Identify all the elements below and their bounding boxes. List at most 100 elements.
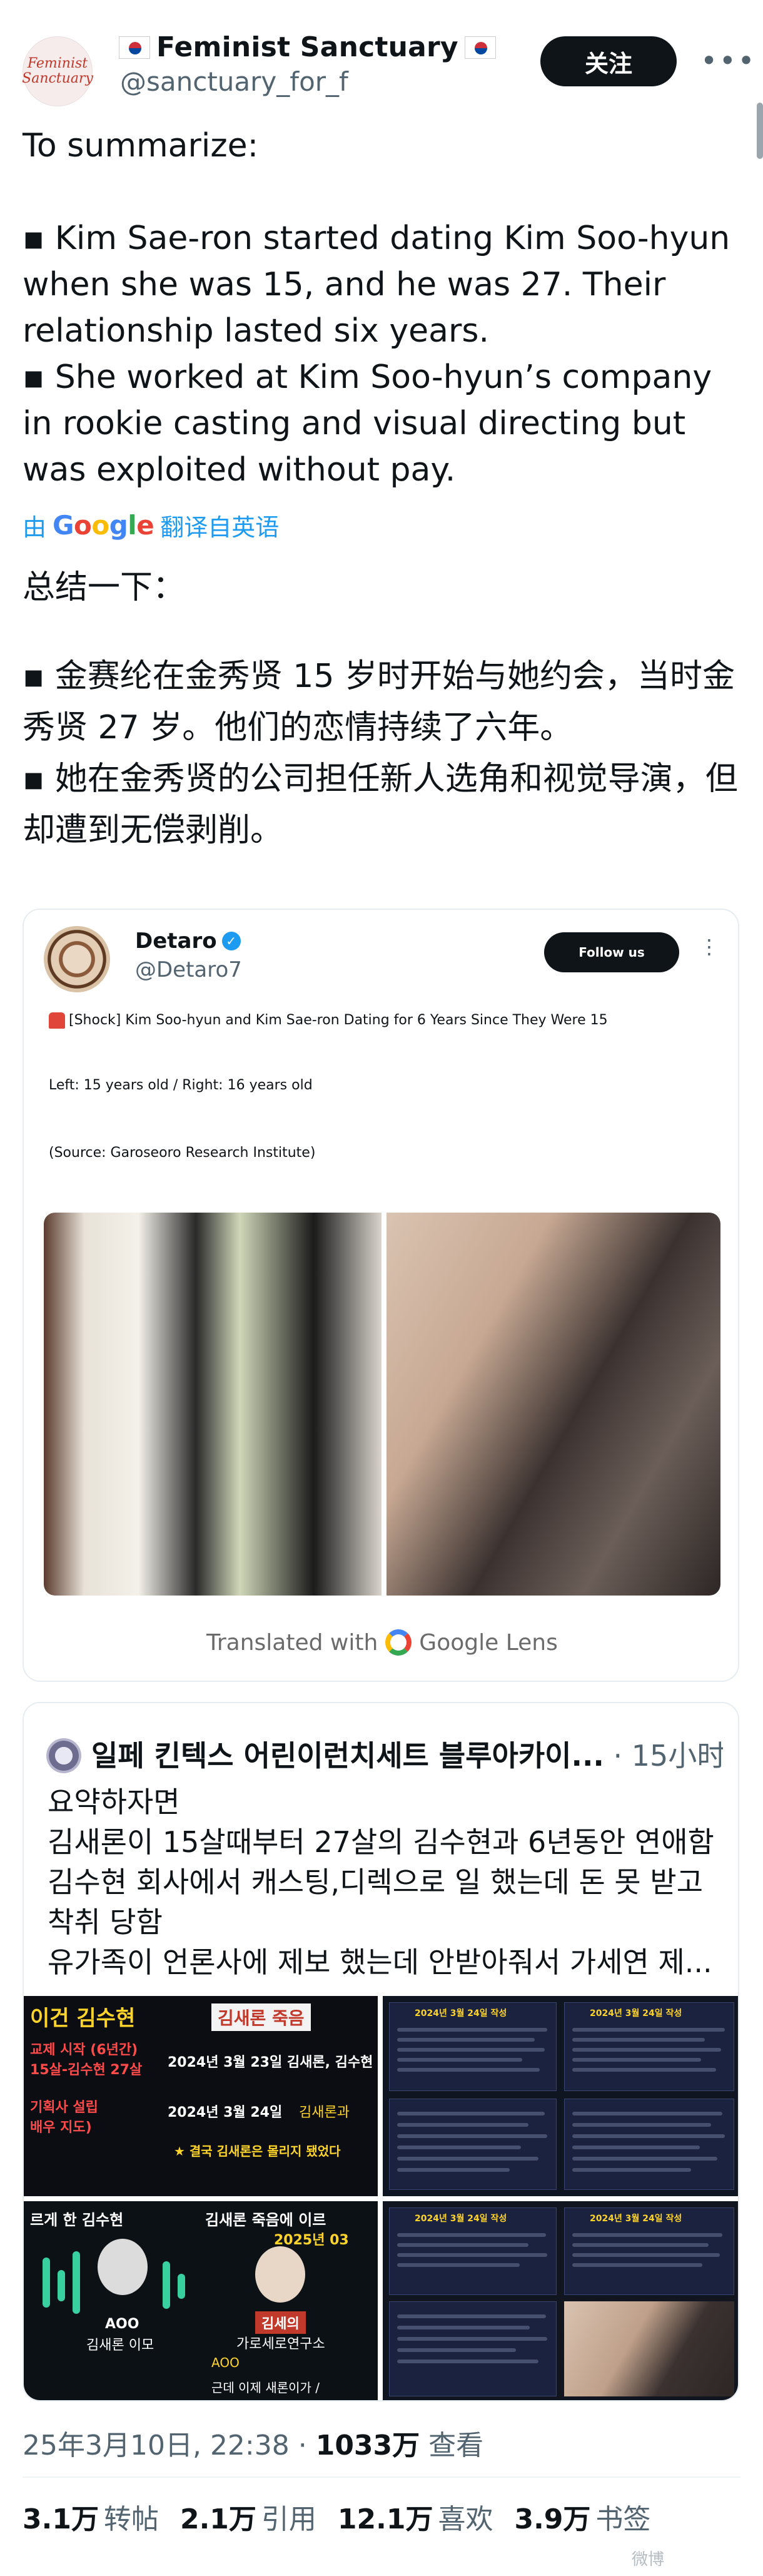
verified-badge-icon: ✓ [221, 932, 241, 950]
quoted-tweet-time: · 15小时 [604, 1739, 723, 1773]
author-display-name[interactable]: Feminist Sanctuary [156, 31, 458, 63]
image-text: 이건 김수현 [30, 2006, 136, 2031]
document-panel [389, 2301, 557, 2396]
quoted-tweet-body: 요약하자면 김새론이 15살때부터 27살의 김수현과 6년동안 연애함 김수현… [48, 1782, 723, 1982]
translated-text: 总结一下： ▪ 金赛纶在金秀贤 15 岁时开始与她约会，当时金秀贤 27 岁。他… [23, 562, 742, 856]
tweet-meta: 25年3月10日, 22:38 · 1033万 查看 [23, 2423, 483, 2463]
document-panel: 2024년 3월 24일 작성 [389, 2002, 557, 2091]
presenter-face [255, 2246, 305, 2303]
image-text: 2024년 3월 23일 김새론, 김수현 같 [168, 2055, 378, 2070]
image-text: 가로세로연구소 [236, 2336, 325, 2352]
image-text: 김세의 [255, 2311, 306, 2334]
quoted-author-name-row: Detaro ✓ [135, 929, 241, 954]
document-panel [564, 2099, 734, 2190]
translation-attribution[interactable]: 由 Google 翻译自英语 [23, 508, 279, 542]
quoted-more-icon: ⋮ [699, 935, 719, 959]
lens-prefix: Translated with [206, 1629, 378, 1656]
image-text: 2024년 3월 24일 작성 [590, 2008, 682, 2019]
media-image-document-1[interactable]: 2024년 3월 24일 작성 2024년 3월 24일 작성 [383, 1996, 738, 2196]
retweets-stat[interactable]: 3.1万 转帖 [23, 2497, 159, 2537]
quoted-headline: [Shock] Kim Soo-hyun and Kim Sae-ron Dat… [69, 1012, 608, 1028]
media-image-broadcast-1[interactable]: 이건 김수현 김새론 죽음 교제 시작 (6년간) 15살-김수현 27살 20… [24, 1996, 378, 2196]
korea-flag-icon [119, 36, 150, 59]
quoted-author-avatar [44, 926, 110, 992]
more-options-icon[interactable]: • • • [700, 44, 755, 78]
tweet-header: Feminist Sanctuary Feminist Sanctuary @s… [0, 0, 763, 159]
tweet-datetime[interactable]: 25年3月10日, 22:38 · [23, 2430, 316, 2461]
likes-stat[interactable]: 12.1万 喜欢 [338, 2497, 493, 2537]
author-avatar[interactable]: Feminist Sanctuary [22, 36, 93, 106]
retweets-count: 3.1万 [23, 2503, 99, 2535]
bookmarks-count: 3.9万 [514, 2503, 591, 2535]
author-handle[interactable]: @sanctuary_for_f [120, 66, 348, 97]
quoted-media-grid: 이건 김수현 김새론 죽음 교제 시작 (6년간) 15살-김수현 27살 20… [24, 1996, 738, 2400]
lens-brand: Google Lens [419, 1629, 558, 1656]
tweet-line: To summarize: [23, 127, 259, 165]
korea-flag-icon [464, 36, 496, 59]
quotes-stat[interactable]: 2.1万 引用 [180, 2497, 316, 2537]
image-text: 2024년 3월 24일 작성 [415, 2008, 507, 2019]
image-text: ★ 결국 김새론은 몰리지 됐었다 [174, 2144, 341, 2159]
translated-line: ▪ 金赛纶在金秀贤 15 岁时开始与她约会，当时金秀贤 27 岁。他们的恋情持续… [23, 658, 735, 746]
quoted-tweet-line: 착취 당함 [48, 1905, 163, 1939]
document-panel: 2024년 3월 24일 작성 [564, 2002, 734, 2091]
image-text: 김새론과 [299, 2105, 350, 2120]
weibo-watermark: 微博 [632, 2550, 665, 2569]
image-text: 교제 시작 (6년간) [30, 2042, 138, 2058]
siren-icon [49, 1012, 65, 1029]
translated-line: 总结一下： [23, 569, 186, 606]
scrollbar[interactable] [757, 103, 763, 159]
blurred-face [98, 2239, 148, 2295]
image-text: 15살-김수현 27살 [30, 2062, 143, 2078]
image-text: 르게 한 김수현 [30, 2211, 124, 2229]
follow-button[interactable]: 关注 [540, 36, 677, 86]
image-text: 2024년 3월 24일 작성 [590, 2214, 682, 2224]
image-text: 기획사 설립 [30, 2100, 98, 2115]
media-image-broadcast-2[interactable]: 르게 한 김수현 김새론 죽음에 이르 2025년 03 AOO 김새론 이모 … [24, 2201, 378, 2400]
google-lens-attribution: Translated with Google Lens [24, 1629, 738, 1656]
image-text: AOO [211, 2355, 240, 2370]
quoted-image-card[interactable]: Detaro ✓ @Detaro7 Follow us ⋮ [Shock] Ki… [23, 909, 739, 1682]
likes-count: 12.1万 [337, 2503, 433, 2535]
translate-prefix: 由 [23, 514, 47, 541]
views-count: 1033万 [315, 2430, 420, 2461]
image-text: 근데 이제 새론이가 / [211, 2380, 320, 2395]
bookmarks-label: 书签 [595, 2503, 651, 2535]
image-text: 배우 지도) [30, 2120, 92, 2136]
views-label: 查看 [420, 2430, 484, 2461]
image-text: 2024년 3월 24일 [168, 2105, 283, 2120]
image-text: 김새론 죽음에 이르 [205, 2211, 326, 2229]
tweet-text: To summarize: ▪ Kim Sae-ron started dati… [23, 123, 735, 493]
divider [23, 2477, 740, 2478]
couple-photo-thumbnail [564, 2301, 734, 2396]
quoted-author-handle: @Detaro7 [135, 957, 242, 982]
translate-suffix: 翻译自英语 [160, 514, 280, 541]
quoted-tweet-line: 유가족이 언론사에 제보 했는데 안받아줘서 가세연 제... [48, 1945, 712, 1979]
bookmarks-stat[interactable]: 3.9万 书签 [514, 2497, 650, 2537]
quoted-tweet-line: 요약하자면 [48, 1785, 180, 1819]
quoted-source: (Source: Garoseoro Research Institute) [49, 1145, 316, 1161]
image-text: 2025년 03 [274, 2232, 349, 2248]
document-panel: 2024년 3월 24일 작성 [389, 2207, 557, 2295]
image-text: AOO [105, 2316, 139, 2332]
google-logo-icon: Google [53, 510, 154, 541]
google-lens-icon [385, 1629, 412, 1656]
likes-label: 喜欢 [438, 2503, 493, 2535]
document-panel [389, 2099, 557, 2190]
photo-couple-right [387, 1213, 720, 1596]
avatar-text: Feminist [27, 56, 88, 71]
image-text: 김새론 이모 [86, 2338, 154, 2353]
avatar-text: Sanctuary [22, 71, 93, 86]
image-text: 2024년 3월 24일 작성 [415, 2214, 507, 2224]
document-panel: 2024년 3월 24일 작성 [564, 2207, 734, 2295]
translated-line: ▪ 她在金秀贤的公司担任新人选角和视觉导演，但却遭到无偿剥削。 [23, 760, 738, 849]
media-image-document-2[interactable]: 2024년 3월 24일 작성 2024년 3월 24일 작성 [383, 2201, 738, 2400]
quoted-tweet-line: 김수현 회사에서 캐스팅,디렉으로 일 했는데 돈 못 받고 [48, 1865, 704, 1899]
quoted-follow-button: Follow us [544, 932, 679, 972]
tweet-line: ▪ She worked at Kim Soo-hyun’s company i… [23, 359, 712, 489]
quoted-tweet-card[interactable]: 일페 킨텍스 어린이런치세트 블루아카이... · 15小时 요약하자면 김새론… [23, 1702, 739, 2401]
quoted-caption: Left: 15 years old / Right: 16 years old [49, 1077, 313, 1093]
quoted-tweet-line: 김새론이 15살때부터 27살의 김수현과 6년동안 연애함 [48, 1825, 714, 1859]
quoted-tweet-title: 일페 킨텍스 어린이런치세트 블루아카이... [91, 1739, 604, 1773]
quoted-tweet-avatar [46, 1738, 81, 1773]
